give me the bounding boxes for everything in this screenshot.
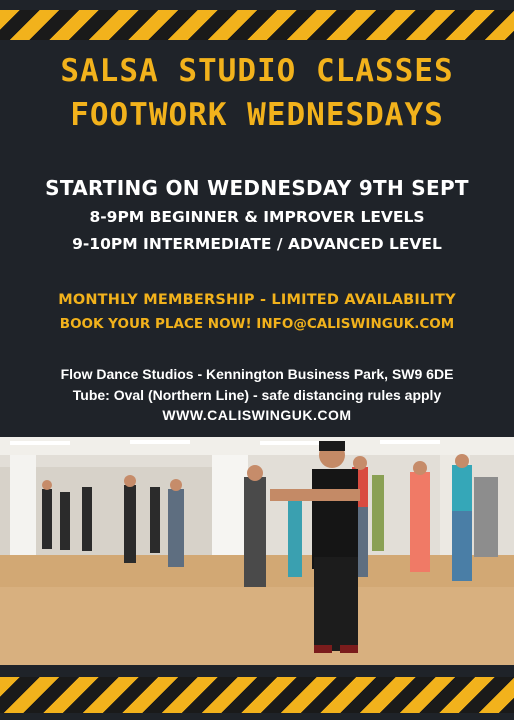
level-line-2: 9-10PM INTERMEDIATE / ADVANCED LEVEL [72, 235, 442, 253]
dance-class-photo [0, 437, 514, 665]
hazard-stripe-top [0, 10, 514, 40]
title-line-2: FOOTWORK WEDNESDAYS [70, 97, 444, 133]
title-line-1: SALSA STUDIO CLASSES [60, 53, 454, 89]
membership-text: MONTHLY MEMBERSHIP - LIMITED AVAILABILIT… [58, 292, 456, 308]
start-date: STARTING ON WEDNESDAY 9TH SEPT [45, 176, 469, 200]
hazard-stripe-bottom [0, 677, 514, 713]
venue-address: Flow Dance Studios - Kennington Business… [60, 366, 454, 382]
photo-illustration [0, 437, 514, 665]
level-line-1: 8-9PM BEGINNER & IMPROVER LEVELS [89, 208, 425, 226]
booking-text: BOOK YOUR PLACE NOW! INFO@CALISWINGUK.CO… [59, 316, 455, 332]
tube-info: Tube: Oval (Northern Line) - safe distan… [72, 387, 442, 403]
website-text: WWW.CALISWINGUK.COM [162, 407, 352, 423]
poster: SALSA STUDIO CLASSES FOOTWORK WEDNESDAYS… [0, 0, 514, 720]
